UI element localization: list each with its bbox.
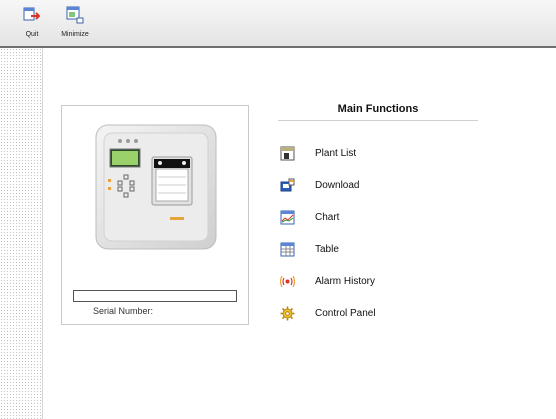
- table-icon: [280, 242, 295, 256]
- table-label: Table: [315, 243, 339, 255]
- chart-label: Chart: [315, 211, 340, 223]
- minimize-button[interactable]: Minimize: [55, 6, 95, 44]
- quit-icon: [23, 7, 41, 21]
- alarm-history-icon: [280, 275, 295, 287]
- device-panel: Serial Number:: [61, 105, 249, 325]
- download-button[interactable]: Download: [280, 169, 376, 201]
- main-functions-list: Plant List Download Chart Table Alarm Hi…: [280, 137, 376, 329]
- download-icon: [280, 178, 295, 191]
- serial-number-label: Serial Number:: [93, 306, 154, 316]
- chart-button[interactable]: Chart: [280, 201, 376, 233]
- minimize-label: Minimize: [61, 31, 89, 38]
- alarm-history-button[interactable]: Alarm History: [280, 265, 376, 297]
- main-functions-title: Main Functions: [337, 103, 419, 115]
- alarm-history-label: Alarm History: [315, 275, 376, 287]
- control-panel-button[interactable]: Control Panel: [280, 297, 376, 329]
- control-panel-label: Control Panel: [315, 307, 376, 319]
- plant-list-button[interactable]: Plant List: [280, 137, 376, 169]
- title-divider: [278, 120, 478, 121]
- table-button[interactable]: Table: [280, 233, 376, 265]
- serial-number-field: [73, 290, 237, 302]
- chart-icon: [280, 210, 295, 224]
- control-panel-icon: [280, 306, 295, 320]
- quit-label: Quit: [25, 31, 39, 38]
- minimize-icon: [66, 6, 84, 24]
- quit-button[interactable]: Quit: [12, 6, 52, 44]
- plant-list-label: Plant List: [315, 147, 357, 159]
- recorder-device-image: [95, 124, 217, 250]
- plant-list-icon: [280, 146, 295, 160]
- download-label: Download: [315, 179, 360, 191]
- toolbar: Quit Minimize: [0, 0, 556, 48]
- sidebar-strip: [0, 48, 43, 419]
